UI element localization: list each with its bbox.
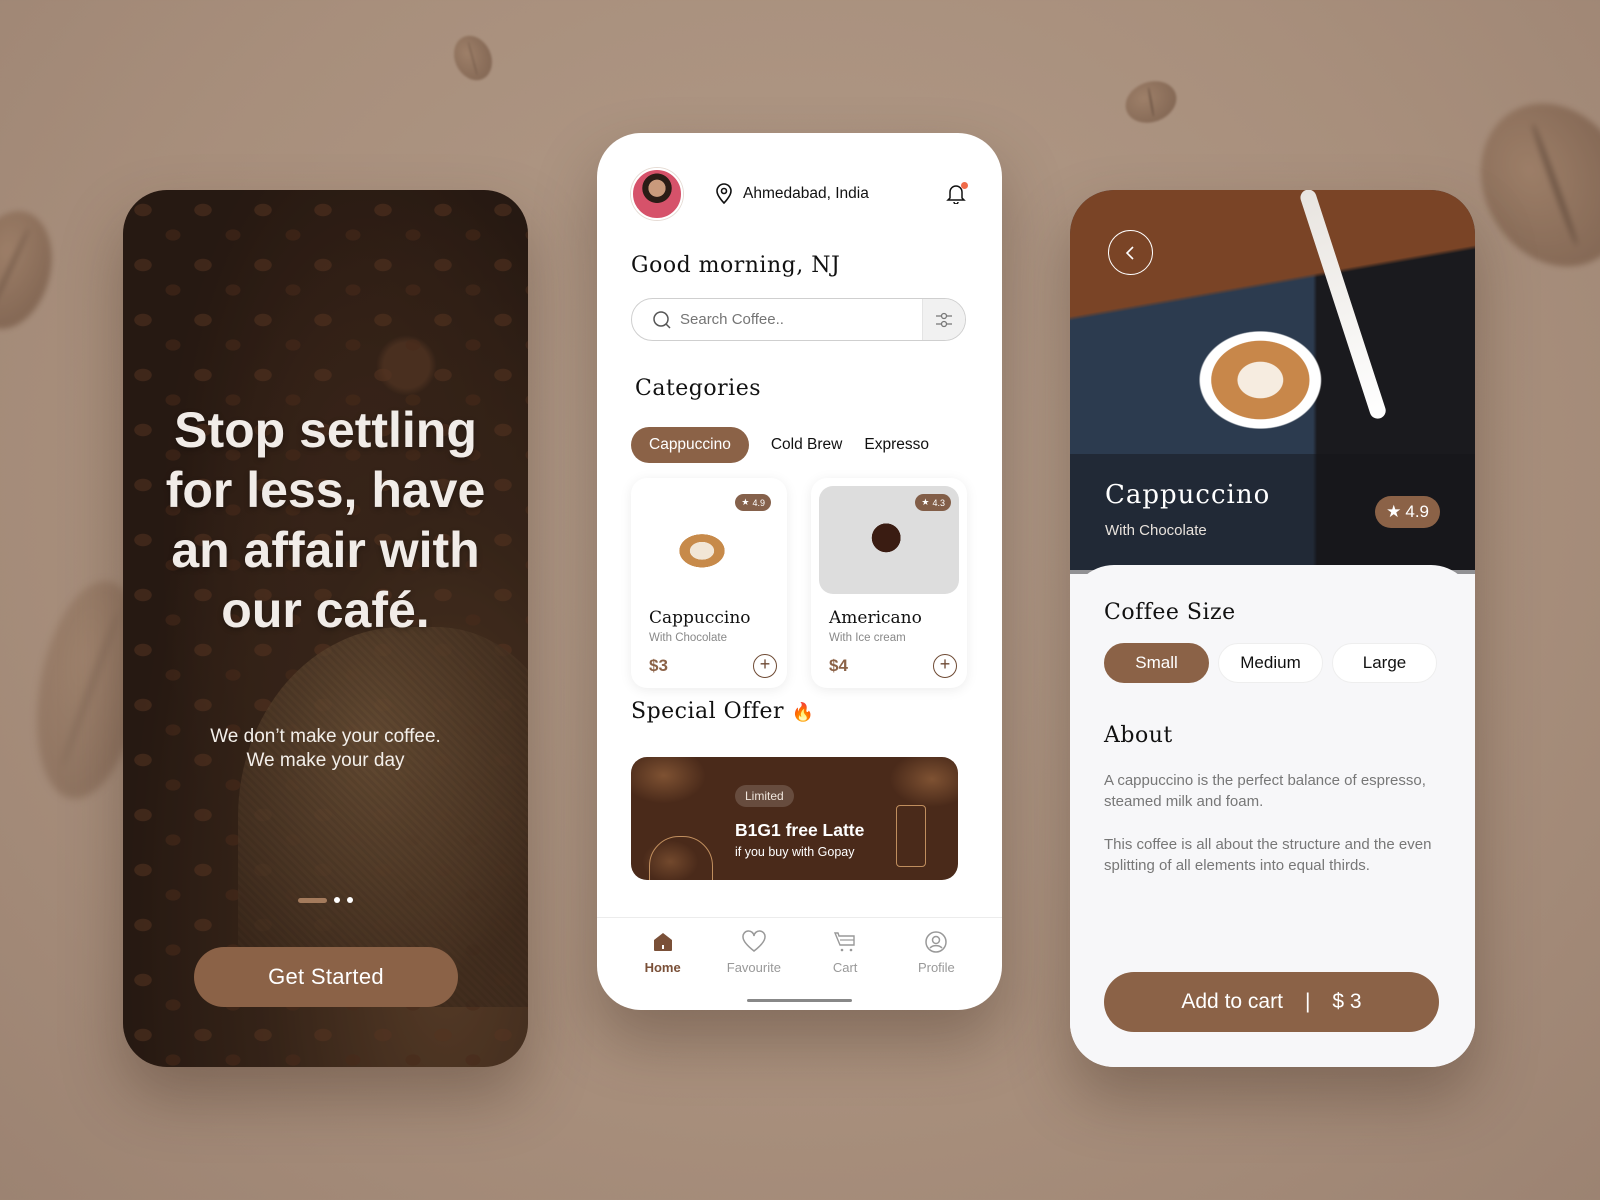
product-image: ★ 4.3 (819, 486, 959, 594)
offer-title: B1G1 free Latte (735, 820, 865, 840)
product-subtitle: With Chocolate (649, 632, 727, 644)
category-tab-expresso[interactable]: Expresso (864, 428, 929, 462)
page-dot[interactable] (347, 897, 353, 903)
bottom-tab-bar: Home Favourite Cart Profile (597, 917, 1002, 1010)
add-to-cart-plus-icon[interactable]: + (753, 654, 777, 678)
star-icon: ★ (1386, 502, 1402, 521)
categories-title: Categories (635, 376, 761, 401)
notification-button[interactable] (946, 182, 968, 206)
back-button[interactable] (1108, 230, 1153, 275)
tab-favourite[interactable]: Favourite (719, 930, 789, 1010)
product-price: $4 (829, 656, 848, 675)
special-offer-title: Special Offer 🔥 (631, 699, 815, 724)
decorative-bean (1119, 74, 1183, 130)
fire-icon: 🔥 (791, 702, 815, 723)
home-indicator (747, 999, 852, 1002)
product-subtitle: With Chocolate (1105, 522, 1207, 539)
about-paragraph: This coffee is all about the structure a… (1104, 836, 1432, 874)
size-option-medium[interactable]: Medium (1218, 643, 1323, 683)
product-name: Americano (829, 608, 922, 628)
page-indicator (298, 897, 353, 903)
search-icon (653, 310, 671, 329)
rating-badge: ★ 4.9 (735, 494, 771, 511)
limited-badge: Limited (735, 785, 794, 807)
tab-cart[interactable]: Cart (810, 930, 880, 1010)
product-price: $3 (649, 656, 668, 675)
decorative-bean (446, 29, 500, 87)
search-bar[interactable] (631, 298, 966, 341)
rating-badge: ★ 4.3 (915, 494, 951, 511)
product-card[interactable]: ★ 4.3 Americano With Ice cream $4 + (811, 478, 967, 688)
filter-sliders-icon (936, 312, 952, 327)
onboarding-headline: Stop settling for less, have an affair w… (165, 402, 486, 638)
coffee-bag-illustration (896, 805, 926, 867)
location-pin-icon (716, 183, 732, 205)
page-dot-active[interactable] (298, 897, 327, 903)
onboarding-tagline: We don’t make your coffee. We make your … (210, 726, 441, 771)
search-input[interactable] (672, 311, 922, 328)
product-detail-screen: Cappuccino With Chocolate ★ 4.9 Coffee S… (1070, 190, 1475, 1067)
page-dot[interactable] (334, 897, 340, 903)
category-tab-cold-brew[interactable]: Cold Brew (771, 428, 843, 462)
product-name: Cappuccino (649, 608, 751, 628)
star-icon: ★ (741, 497, 750, 507)
star-icon: ★ (921, 497, 930, 507)
tab-profile[interactable]: Profile (901, 930, 971, 1010)
add-to-cart-button[interactable]: Add to cart | $ 3 (1104, 972, 1439, 1032)
product-card[interactable]: ★ 4.9 Cappuccino With Chocolate $3 + (631, 478, 787, 688)
cart-icon (834, 932, 855, 952)
size-option-large[interactable]: Large (1332, 643, 1437, 683)
location-label: Ahmedabad, India (743, 185, 869, 202)
onboarding-screen: Stop settling for less, have an affair w… (123, 190, 528, 1067)
chevron-left-icon (1125, 245, 1134, 260)
product-title: Cappuccino (1105, 480, 1271, 510)
product-subtitle: With Ice cream (829, 632, 906, 644)
special-offer-banner[interactable]: Limited B1G1 free Latte if you buy with … (631, 757, 958, 880)
rating-badge: ★ 4.9 (1375, 496, 1440, 528)
location-selector[interactable]: Ahmedabad, India (715, 183, 869, 205)
heart-icon (742, 930, 766, 952)
offer-subtitle: if you buy with Gopay (735, 845, 855, 859)
product-list: ★ 4.9 Cappuccino With Chocolate $3 + ★ 4.3… (631, 478, 967, 688)
get-started-button[interactable]: Get Started (194, 947, 458, 1007)
decorative-bean (0, 201, 65, 339)
home-header: Ahmedabad, India (631, 168, 968, 220)
coffee-size-title: Coffee Size (1104, 600, 1236, 625)
avatar[interactable] (631, 168, 683, 220)
category-tab-cappuccino[interactable]: Cappuccino (631, 427, 749, 463)
category-tabs: Cappuccino Cold Brew Expresso (631, 427, 929, 463)
tab-home[interactable]: Home (628, 930, 698, 1010)
filter-button[interactable] (922, 299, 965, 340)
product-image: ★ 4.9 (639, 486, 779, 594)
size-option-small[interactable]: Small (1104, 643, 1209, 683)
home-icon (653, 933, 672, 951)
add-to-cart-plus-icon[interactable]: + (933, 654, 957, 678)
size-selector: Small Medium Large (1104, 643, 1437, 683)
notification-badge (961, 182, 968, 189)
about-title: About (1104, 723, 1173, 748)
profile-icon (925, 931, 948, 953)
greeting: Good morning, NJ (631, 253, 841, 278)
home-screen: Ahmedabad, India Good morning, NJ Catego… (597, 133, 1002, 1010)
about-paragraph: A cappuccino is the perfect balance of e… (1104, 772, 1426, 810)
coffee-sack-illustration (649, 836, 713, 880)
